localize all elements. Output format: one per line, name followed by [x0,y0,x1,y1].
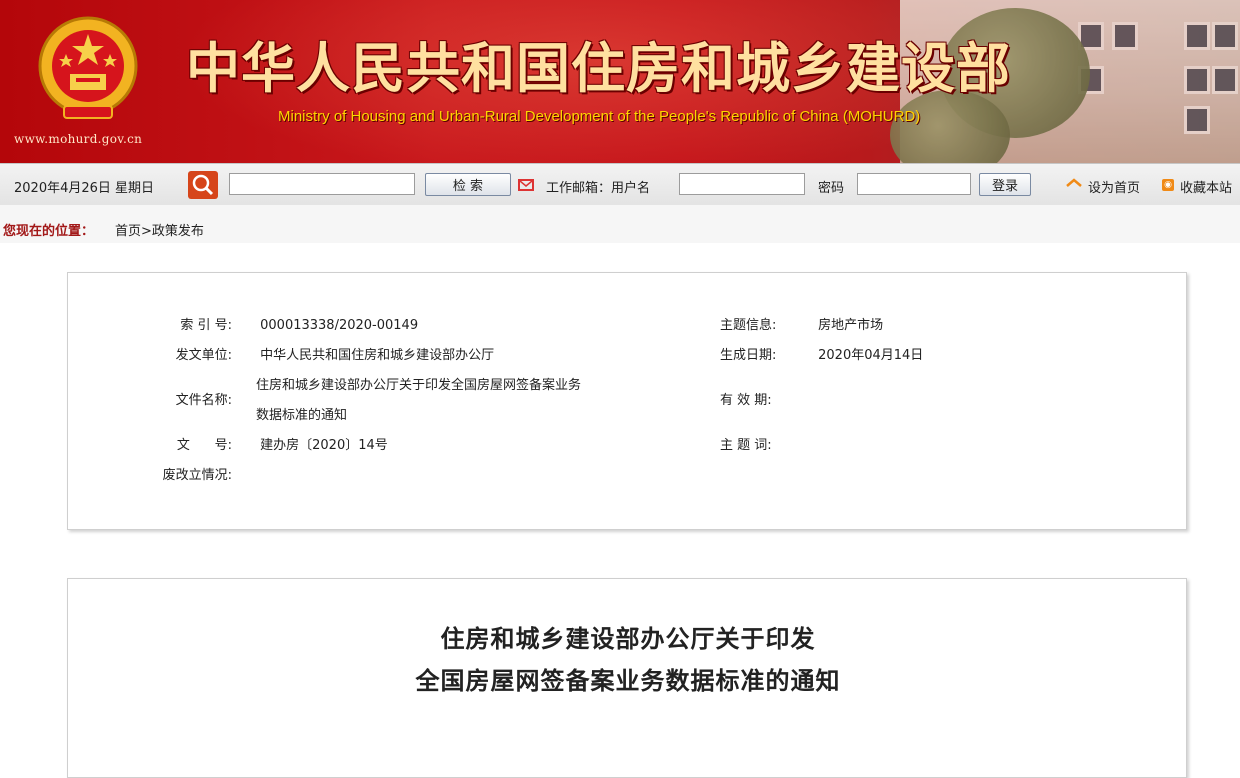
meta-label: 生成日期: [720,348,777,363]
breadcrumb: 您现在的位置： 首页>政策发布 [0,205,1240,243]
meta-row-filename: 文件名称: [152,374,232,408]
meta-value: 房地产市场 [818,318,884,333]
meta-label: 发文单位: [175,348,232,363]
login-button[interactable]: 登录 [979,173,1031,196]
meta-row-valid: 有 效 期: [720,389,792,408]
meta-row-status: 废改立情况: [142,464,232,483]
building-window [1212,22,1238,50]
meta-row-date: 生成日期: 2020年04月14日 [720,344,923,363]
document-title-line1: 住房和城乡建设部办公厅关于印发 [440,624,816,653]
document-body-panel: 住房和城乡建设部办公厅关于印发 全国房屋网签备案业务数据标准的通知 [67,578,1187,778]
password-label: 密码 [818,181,845,196]
meta-label: 有 效 期: [720,393,772,408]
site-url: www.mohurd.gov.cn [14,132,143,146]
mail-icon [518,179,534,191]
site-subtitle: Ministry of Housing and Urban-Rural Deve… [278,108,921,125]
meta-row-issuer: 发文单位: 中华人民共和国住房和城乡建设部办公厅 [152,344,495,363]
building-window [1184,66,1210,94]
national-emblem-icon [38,16,138,119]
document-title-line2: 全国房屋网签备案业务数据标准的通知 [415,666,841,695]
meta-row-theme: 主题信息: 房地产市场 [720,314,883,333]
building-window [1184,106,1210,134]
top-toolbar: 2020年4月26日 星期日 检 索 工作邮箱：用户名 密码 登录 设为首页 ◉… [0,163,1240,207]
header-banner: www.mohurd.gov.cn 中华人民共和国住房和城乡建设部 Minist… [0,0,1240,163]
search-input[interactable] [229,173,415,195]
meta-row-index: 索 引 号: 000013338/2020-00149 [152,314,418,333]
meta-label: 文 号: [176,438,232,453]
meta-label: 废改立情况: [162,468,232,483]
mail-username-input[interactable] [679,173,805,195]
meta-row-docno: 文 号: 建办房〔2020〕14号 [152,434,388,453]
meta-label: 索 引 号: [180,318,232,333]
search-button[interactable]: 检 索 [425,173,511,196]
meta-value: 000013338/2020-00149 [260,318,419,333]
meta-value: 中华人民共和国住房和城乡建设部办公厅 [260,348,495,363]
search-icon[interactable] [188,171,218,199]
mail-username-label: 工作邮箱：用户名 [546,181,651,196]
meta-filename-line2: 数据标准的通知 [256,408,348,423]
home-icon [1066,178,1082,187]
bookmark-icon: ◉ [1162,179,1174,191]
breadcrumb-path[interactable]: 首页>政策发布 [115,220,204,239]
building-window [1112,22,1138,50]
current-date: 2020年4月26日 星期日 [14,181,155,196]
meta-value: 建办房〔2020〕14号 [260,438,388,453]
set-homepage-link[interactable]: 设为首页 [1088,177,1140,196]
meta-label: 主题信息: [720,318,777,333]
password-input[interactable] [857,173,971,195]
meta-label: 文件名称: [175,393,232,408]
bookmark-link[interactable]: 收藏本站 [1180,177,1232,196]
meta-filename-line1: 住房和城乡建设部办公厅关于印发全国房屋网签备案业务 [256,378,582,393]
meta-row-keywords: 主 题 词: [720,434,792,453]
document-meta-panel: 索 引 号: 000013338/2020-00149 发文单位: 中华人民共和… [67,272,1187,530]
breadcrumb-label: 您现在的位置： [3,224,95,239]
site-title: 中华人民共和国住房和城乡建设部 [186,36,1011,100]
building-window [1212,66,1238,94]
meta-label: 主 题 词: [720,438,772,453]
building-window [1184,22,1210,50]
meta-value: 2020年04月14日 [818,348,924,363]
